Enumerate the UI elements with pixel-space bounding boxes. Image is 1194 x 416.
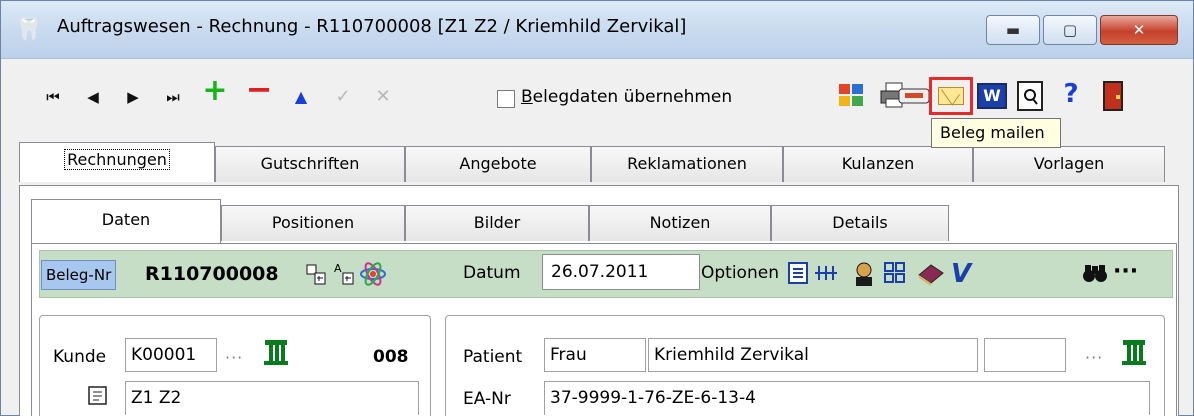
up-icon[interactable]: ▲ [287, 85, 315, 109]
beleg-nr-label: Beleg-Nr [41, 260, 117, 290]
grid-small-icon[interactable] [883, 261, 907, 291]
optionen-label: Optionen [701, 263, 779, 283]
rename-beleg-icon[interactable]: A [333, 261, 357, 297]
ea-nr-field[interactable]: 37-9999-1-76-ZE-6-13-4 [544, 381, 1150, 415]
belegdaten-checkbox[interactable] [497, 90, 515, 108]
svg-text:A: A [334, 262, 342, 275]
last-record-icon[interactable]: ⏭ [159, 85, 187, 109]
datum-field[interactable]: 26.07.2011 [542, 254, 700, 290]
belegdaten-label-text: elegdaten übernehmen [532, 87, 733, 107]
sub-tabs: Daten Positionen Bilder Notizen Details [31, 199, 991, 245]
help-icon[interactable]: ? [1057, 79, 1085, 109]
add-icon[interactable]: + [201, 76, 229, 106]
tab-rechnungen[interactable]: Rechnungen [19, 142, 215, 182]
close-button[interactable]: ✕ [1100, 15, 1178, 45]
grid-icon[interactable] [837, 81, 865, 109]
pillar-icon[interactable] [261, 337, 291, 373]
patient-name-field[interactable]: Kriemhild Zervikal [648, 338, 978, 372]
tab-daten[interactable]: Daten [31, 199, 221, 243]
word-glyph: W [983, 86, 1001, 105]
kunde-label: Kunde [53, 347, 107, 367]
tab-kulanzen[interactable]: Kulanzen [783, 146, 973, 182]
tab-rechnungen-label: Rechnungen [64, 149, 170, 170]
book-icon[interactable] [915, 261, 945, 293]
prev-record-icon[interactable]: ◀ [79, 85, 107, 109]
atom-icon[interactable] [359, 261, 387, 293]
kunde-note-field[interactable]: Z1 Z2 [125, 381, 419, 415]
salutation-field[interactable]: Frau [544, 338, 646, 372]
mail-icon [938, 87, 964, 105]
minimize-icon: ▬ [1005, 21, 1021, 39]
maximize-button[interactable]: ▢ [1043, 15, 1097, 45]
tab-vorlagen[interactable]: Vorlagen [973, 146, 1165, 182]
cancel-icon[interactable]: ✕ [369, 85, 397, 109]
tooth-icon: 🦷 [15, 17, 43, 42]
beleg-nr-value: R110700008 [145, 263, 279, 285]
patient-pillar-icon[interactable] [1119, 337, 1149, 373]
door-knob [1116, 95, 1120, 99]
preview-icon[interactable] [1017, 81, 1043, 111]
window-title: Auftragswesen - Rechnung - R110700008 [Z… [57, 16, 687, 37]
tab-gutschriften[interactable]: Gutschriften [215, 146, 405, 182]
maximize-icon: ▢ [1062, 21, 1078, 39]
mail-button[interactable] [929, 77, 973, 115]
tab-reklamationen[interactable]: Reklamationen [591, 146, 783, 182]
tab-positionen[interactable]: Positionen [221, 205, 405, 241]
ea-nr-label: EA-Nr [463, 389, 511, 409]
main-tabs: Rechnungen Gutschriften Angebote Reklama… [1, 142, 1193, 186]
word-icon[interactable]: W [977, 83, 1007, 109]
datum-label: Datum [463, 263, 521, 283]
exit-icon[interactable] [1103, 81, 1123, 111]
card-icon[interactable] [897, 81, 931, 109]
confirm-icon[interactable]: ✓ [329, 85, 357, 109]
kunde-field[interactable]: K00001 [125, 338, 217, 372]
binoculars-icon[interactable] [1081, 261, 1109, 291]
fence-icon[interactable] [813, 261, 839, 291]
copy-beleg-icon[interactable] [305, 261, 329, 293]
belegdaten-label-accel: B [521, 87, 533, 107]
minimize-button[interactable]: ▬ [986, 15, 1040, 45]
close-icon: ✕ [1132, 21, 1146, 39]
tab-bilder[interactable]: Bilder [405, 205, 589, 241]
remove-icon[interactable]: − [245, 73, 273, 105]
list-icon[interactable] [787, 261, 809, 291]
title-bar: 🦷 Auftragswesen - Rechnung - R110700008 … [1, 1, 1193, 59]
tab-details[interactable]: Details [771, 205, 949, 241]
tab-angebote[interactable]: Angebote [405, 146, 591, 182]
person-icon[interactable] [851, 261, 877, 293]
patient-extra-field[interactable] [984, 338, 1066, 372]
patient-lookup-button[interactable]: ··· [1085, 348, 1103, 367]
tab-notizen[interactable]: Notizen [589, 205, 771, 241]
kunde-lookup-button[interactable]: ··· [225, 348, 243, 367]
kunde-code: 008 [373, 347, 409, 367]
note-icon[interactable] [87, 385, 109, 413]
tooltip: Beleg mailen [931, 118, 1061, 148]
check-v-icon[interactable]: V [951, 261, 971, 287]
belegdaten-label[interactable]: Belegdaten übernehmen [521, 87, 732, 107]
patient-label: Patient [463, 347, 523, 367]
app-window: 🦷 Auftragswesen - Rechnung - R110700008 … [0, 0, 1194, 416]
next-record-icon[interactable]: ▶ [119, 85, 147, 109]
more-options-button[interactable]: ··· [1113, 259, 1138, 285]
first-record-icon[interactable]: ⏮ [39, 85, 67, 109]
